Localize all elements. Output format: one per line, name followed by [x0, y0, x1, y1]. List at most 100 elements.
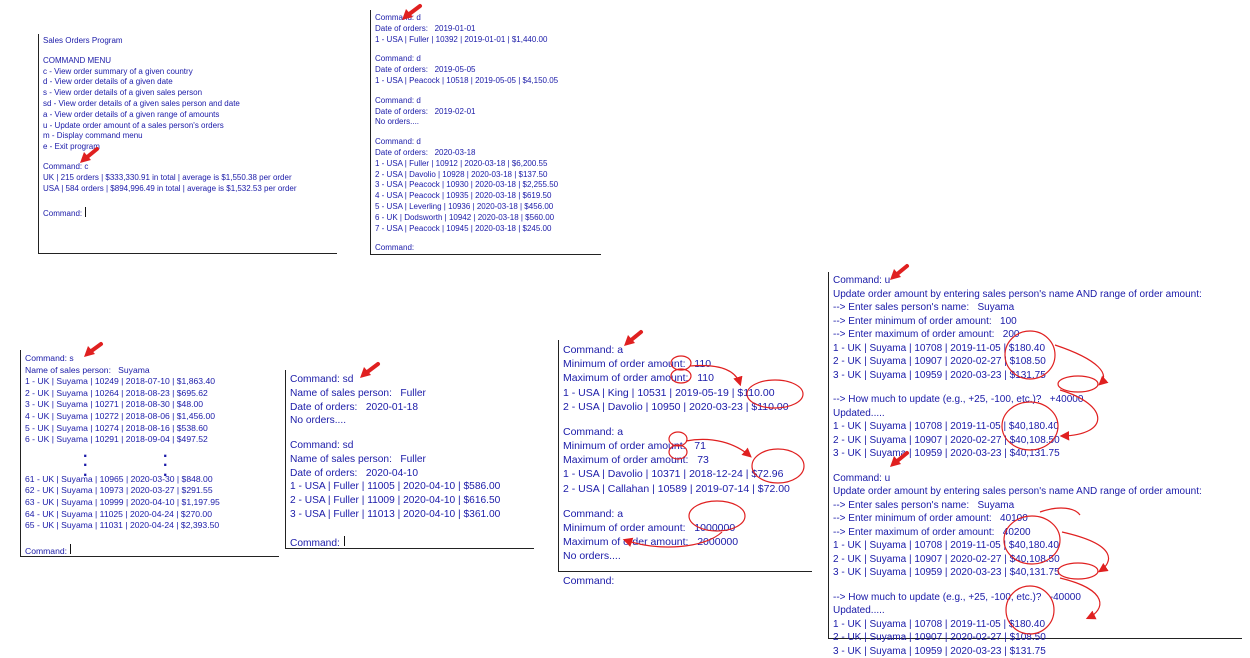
order-row: 3 - UK | Suyama | 10271 | 2018-08-30 | $… [25, 399, 275, 411]
updated-message: Updated..... [833, 604, 1238, 618]
menu-item: sd - View order details of a given sales… [43, 99, 333, 110]
order-row: 1 - UK | Suyama | 10708 | 2019-11-05 | $… [833, 539, 1238, 553]
command-prompt[interactable]: Command: [25, 541, 275, 559]
text-cursor [70, 544, 71, 554]
menu-item: c - View order summary of a given countr… [43, 67, 333, 78]
result-line: UK | 215 orders | $333,330.91 in total |… [43, 173, 333, 184]
command-echo: Command: sd [290, 373, 530, 387]
order-row: 61 - UK | Suyama | 10965 | 2020-03-30 | … [25, 474, 275, 486]
updated-message: Updated..... [833, 407, 1238, 421]
max-input-line: Maximum of order amount: 73 [563, 453, 808, 467]
order-row: 4 - USA | Peacock | 10935 | 2020-03-18 |… [375, 191, 597, 202]
result-line: USA | 584 orders | $894,996.49 in total … [43, 184, 333, 195]
order-row: 3 - UK | Suyama | 10959 | 2020-03-23 | $… [833, 369, 1238, 383]
menu-item: s - View order details of a given sales … [43, 88, 333, 99]
vertical-ellipsis-icon: ··· [83, 452, 88, 481]
order-row: 2 - USA | Davolio | 10950 | 2020-03-23 |… [563, 400, 808, 414]
command-echo: Command: s [25, 353, 275, 365]
console-panel-salesperson: Command: s Name of sales person: Suyama … [20, 350, 279, 557]
order-row: 1 - UK | Suyama | 10249 | 2018-07-10 | $… [25, 376, 275, 388]
order-row: 2 - UK | Suyama | 10907 | 2020-02-27 | $… [833, 553, 1238, 567]
order-row: 64 - UK | Suyama | 11025 | 2020-04-24 | … [25, 509, 275, 521]
order-row: 63 - UK | Suyama | 10999 | 2020-04-10 | … [25, 497, 275, 509]
order-row: 1 - USA | King | 10531 | 2019-05-19 | $1… [563, 386, 808, 400]
command-echo: Command: u [833, 472, 1238, 486]
order-row: 1 - USA | Peacock | 10518 | 2019-05-05 |… [375, 76, 597, 87]
order-row: 4 - UK | Suyama | 10272 | 2018-08-06 | $… [25, 411, 275, 423]
update-intro: Update order amount by entering sales pe… [833, 288, 1238, 302]
menu-item: d - View order details of a given date [43, 77, 333, 88]
no-orders-message: No orders.... [563, 549, 808, 563]
menu-item: a - View order details of a given range … [43, 110, 333, 121]
command-echo: Command: d [375, 96, 597, 107]
order-row: 2 - UK | Suyama | 10907 | 2020-02-27 | $… [833, 355, 1238, 369]
name-input-line: Name of sales person: Fuller [290, 453, 530, 467]
date-input-line: Date of orders: 2019-01-01 [375, 24, 597, 35]
name-input-line: Name of sales person: Suyama [25, 365, 275, 377]
command-prompt[interactable]: Command: [43, 203, 333, 221]
command-echo: Command: a [563, 343, 808, 357]
command-prompt[interactable]: Command: [563, 574, 808, 588]
update-question: --> How much to update (e.g., +25, -100,… [833, 393, 1238, 407]
order-row: 1 - UK | Suyama | 10708 | 2019-11-05 | $… [833, 420, 1238, 434]
order-row: 5 - UK | Suyama | 10274 | 2018-08-16 | $… [25, 423, 275, 435]
date-input-line: Date of orders: 2020-03-18 [375, 148, 597, 159]
order-row: 1 - USA | Davolio | 10371 | 2018-12-24 |… [563, 467, 808, 481]
update-intro: Update order amount by entering sales pe… [833, 485, 1238, 499]
order-row: 2 - UK | Suyama | 10907 | 2020-02-27 | $… [833, 434, 1238, 448]
order-row: 2 - UK | Suyama | 10907 | 2020-02-27 | $… [833, 631, 1238, 645]
order-row: 7 - USA | Peacock | 10945 | 2020-03-18 |… [375, 224, 597, 235]
name-input-line: --> Enter sales person's name: Suyama [833, 301, 1238, 315]
console-panel-menu: Sales Orders Program COMMAND MENU c - Vi… [38, 34, 337, 254]
text-cursor [85, 207, 86, 217]
date-input-line: Date of orders: 2020-01-18 [290, 401, 530, 415]
command-echo: Command: u [833, 274, 1238, 288]
order-row: 5 - USA | Leverling | 10936 | 2020-03-18… [375, 202, 597, 213]
min-input-line: Minimum of order amount: 71 [563, 439, 808, 453]
max-input-line: Maximum of order amount: 110 [563, 371, 808, 385]
order-row: 2 - USA | Fuller | 11009 | 2020-04-10 | … [290, 494, 530, 508]
order-row: 1 - UK | Suyama | 10708 | 2019-11-05 | $… [833, 618, 1238, 632]
order-row: 3 - UK | Suyama | 10959 | 2020-03-23 | $… [833, 645, 1238, 658]
command-echo: Command: d [375, 137, 597, 148]
no-orders-message: No orders.... [290, 414, 530, 428]
program-title: Sales Orders Program [43, 36, 333, 47]
command-prompt[interactable]: Command: [375, 243, 597, 254]
update-question: --> How much to update (e.g., +25, -100,… [833, 591, 1238, 605]
max-input-line: --> Enter maximum of order amount: 40200 [833, 526, 1238, 540]
console-panel-salesperson-date: Command: sd Name of sales person: Fuller… [285, 370, 534, 549]
order-row: 2 - UK | Suyama | 10264 | 2018-08-23 | $… [25, 388, 275, 400]
date-input-line: Date of orders: 2019-05-05 [375, 65, 597, 76]
min-input-line: Minimum of order amount: 110 [563, 357, 808, 371]
command-echo: Command: d [375, 13, 597, 24]
name-input-line: --> Enter sales person's name: Suyama [833, 499, 1238, 513]
console-panel-date: Command: d Date of orders: 2019-01-01 1 … [370, 10, 601, 255]
command-prompt[interactable]: Command: [290, 533, 530, 551]
min-input-line: --> Enter minimum of order amount: 100 [833, 315, 1238, 329]
vertical-ellipsis-icon: ··· [163, 452, 168, 481]
order-row: 2 - USA | Davolio | 10928 | 2020-03-18 |… [375, 170, 597, 181]
min-input-line: --> Enter minimum of order amount: 40100 [833, 512, 1238, 526]
order-row: 3 - UK | Suyama | 10959 | 2020-03-23 | $… [833, 447, 1238, 461]
no-orders-message: No orders.... [375, 117, 597, 128]
order-row: 3 - UK | Suyama | 10959 | 2020-03-23 | $… [833, 566, 1238, 580]
order-row: 6 - UK | Dodsworth | 10942 | 2020-03-18 … [375, 213, 597, 224]
order-row: 3 - USA | Peacock | 10930 | 2020-03-18 |… [375, 180, 597, 191]
order-row: 6 - UK | Suyama | 10291 | 2018-09-04 | $… [25, 434, 275, 446]
name-input-line: Name of sales person: Fuller [290, 387, 530, 401]
order-row: 1 - USA | Fuller | 11005 | 2020-04-10 | … [290, 480, 530, 494]
command-echo: Command: a [563, 425, 808, 439]
order-row: 62 - UK | Suyama | 10973 | 2020-03-27 | … [25, 485, 275, 497]
console-panel-amount-range: Command: a Minimum of order amount: 110 … [558, 340, 812, 572]
order-row: 1 - USA | Fuller | 10392 | 2019-01-01 | … [375, 35, 597, 46]
menu-item: e - Exit program [43, 142, 333, 153]
command-echo: Command: a [563, 507, 808, 521]
max-input-line: --> Enter maximum of order amount: 200 [833, 328, 1238, 342]
min-input-line: Minimum of order amount: 1000000 [563, 521, 808, 535]
text-cursor [344, 536, 345, 546]
console-panel-update: Command: u Update order amount by enteri… [828, 272, 1242, 639]
command-echo: Command: sd [290, 439, 530, 453]
order-row: 1 - USA | Fuller | 10912 | 2020-03-18 | … [375, 159, 597, 170]
command-echo: Command: c [43, 162, 333, 173]
menu-item: u - Update order amount of a sales perso… [43, 121, 333, 132]
